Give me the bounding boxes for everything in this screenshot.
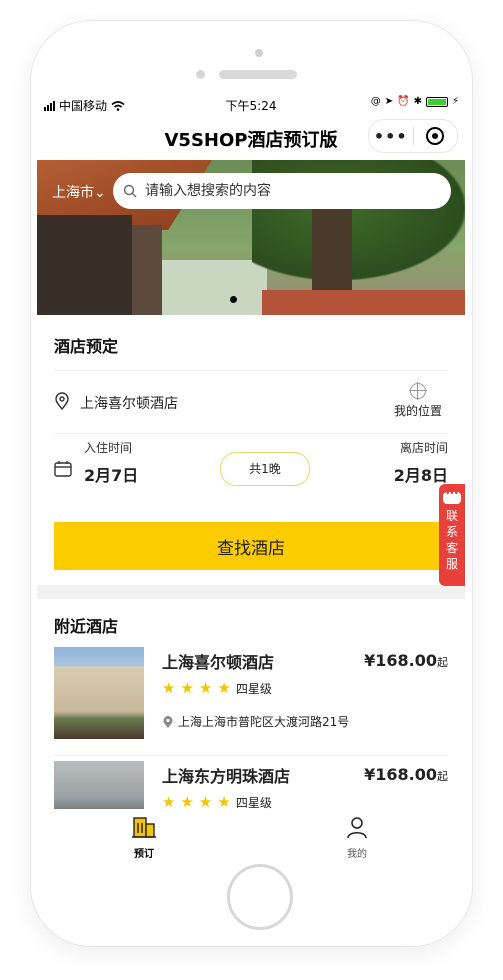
my-location-button[interactable]: 我的位置 [388,382,448,419]
checkout-picker[interactable]: 离店时间 2月8日 [394,439,448,486]
user-icon [347,817,367,839]
location-pin-icon [55,392,69,410]
status-bar: 中国移动 下午5:24 @ ➤ ⏰ ✱ ⚡ [37,93,465,115]
tab-bar: 预订 我的 [37,809,465,867]
rotation-lock-icon: @ [370,96,381,107]
more-button[interactable]: ••• [369,127,413,146]
checkin-date: 2月7日 [84,466,139,485]
chat-bubble-icon [443,489,461,504]
star-rating: ★ ★ ★ ★ 四星级 [162,679,272,697]
speaker [219,70,297,79]
search-icon [123,184,137,198]
nearby-title: 附近酒店 [54,617,119,636]
nights-badge: 共1晚 [220,452,310,486]
customer-service-button[interactable]: 联系客服 [439,484,465,586]
screen: 中国移动 下午5:24 @ ➤ ⏰ ✱ ⚡ V5SHOP酒店预订版 ••• 上海… [37,93,465,867]
hotel-grade: 四星级 [235,795,272,810]
star-rating: ★ ★ ★ ★ 四星级 [162,793,272,809]
building-icon [132,817,156,838]
checkin-picker[interactable]: 入住时间 2月7日 [84,439,138,486]
find-hotel-button[interactable]: 查找酒店 [54,522,448,570]
hotel-grade: 四星级 [235,681,272,696]
hotel-address: 上海上海市普陀区大渡河路21号 [162,713,349,730]
star-icon: ★ [217,679,231,697]
tab-mine[interactable]: 我的 [317,815,397,860]
mini-program-capsule: ••• [368,119,458,153]
star-icon: ★ [162,793,176,809]
nav-bar: V5SHOP酒店预订版 ••• [37,115,465,159]
star-icon: ★ [180,793,194,809]
charging-icon: ⚡ [451,96,459,107]
hotel-photo [54,647,144,739]
star-icon: ★ [162,679,176,697]
hotel-card[interactable]: 上海东方明珠酒店 ¥168.00起 ★ ★ ★ ★ 四星级 [54,761,448,809]
booking-title: 酒店预定 [54,337,119,356]
battery-icon [425,96,448,107]
search-input[interactable] [143,182,437,200]
bluetooth-icon: ✱ [413,96,422,107]
carousel-indicator [230,296,237,303]
tab-booking[interactable]: 预订 [104,815,184,860]
calendar-icon [54,461,72,477]
hotel-card[interactable]: 上海喜尔顿酒店 ¥168.00起 ★ ★ ★ ★ 四星级 上海上海市普陀区大渡河路21… [54,647,448,747]
sensor [196,70,205,79]
star-icon: ★ [198,679,213,697]
location-pin-icon [163,715,173,728]
star-icon: ★ [217,793,231,809]
close-circle-icon [426,127,445,145]
hotel-price: ¥168.00起 [364,765,448,784]
chevron-down-icon: ⌄ [94,185,106,201]
home-button[interactable] [227,864,293,930]
star-icon: ★ [180,679,194,697]
banner-image[interactable]: 上海市⌄ [37,160,465,315]
front-camera [255,49,263,57]
search-box[interactable] [113,173,451,209]
checkout-date: 2月8日 [393,466,448,485]
star-icon: ★ [198,793,213,809]
search-row: 上海市⌄ [37,173,465,209]
location-arrow-icon: ➤ [384,96,394,107]
nearby-hotels: 附近酒店 上海喜尔顿酒店 ¥168.00起 ★ ★ ★ ★ 四星级 上海上海市普陀区大… [37,599,465,809]
hotel-price: ¥168.00起 [364,651,448,670]
hotel-photo [54,761,144,809]
crosshair-icon [409,382,427,400]
alarm-icon: ⏰ [397,96,410,107]
booking-panel: 酒店预定 上海喜尔顿酒店 我的位置 入住时间 2月7日 共1晚 离店时间 2月8… [37,315,465,585]
hotel-name: 上海东方明珠酒店 [162,767,291,786]
section-divider [37,585,465,599]
selected-hotel-name: 上海喜尔顿酒店 [80,396,178,412]
close-button[interactable] [414,127,458,145]
city-selector[interactable]: 上海市⌄ [52,182,106,202]
hotel-name: 上海喜尔顿酒店 [162,653,275,672]
date-row: 入住时间 2月7日 共1晚 离店时间 2月8日 [54,437,448,497]
hotel-location-row[interactable]: 上海喜尔顿酒店 我的位置 [54,377,448,427]
